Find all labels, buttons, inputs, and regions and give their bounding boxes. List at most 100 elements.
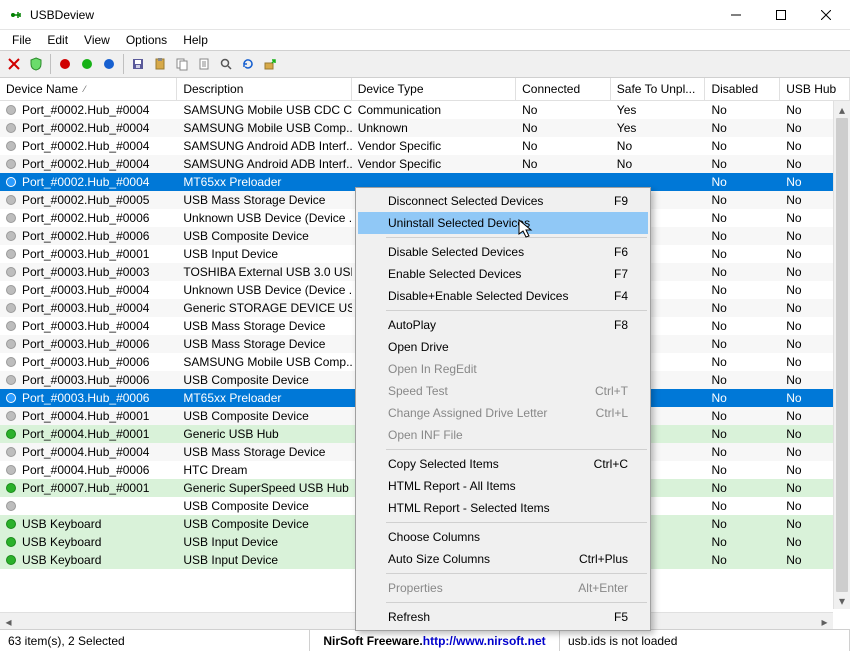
menu-item-label: Disable+Enable Selected Devices bbox=[388, 289, 568, 303]
titlebar: USBDeview bbox=[0, 0, 850, 30]
cell: Port_#0004.Hub_#0004 bbox=[0, 445, 177, 459]
cell: No bbox=[705, 355, 780, 369]
col-connected[interactable]: Connected bbox=[516, 78, 611, 100]
maximize-button[interactable] bbox=[758, 0, 803, 29]
scroll-down-icon[interactable]: ▾ bbox=[834, 592, 850, 609]
shield-icon[interactable] bbox=[26, 54, 46, 74]
menu-item[interactable]: AutoPlayF8 bbox=[358, 314, 648, 336]
menu-options[interactable]: Options bbox=[118, 31, 175, 49]
cell: SAMSUNG Android ADB Interf... bbox=[177, 139, 351, 153]
menu-item: PropertiesAlt+Enter bbox=[358, 577, 648, 599]
toolbar bbox=[0, 50, 850, 78]
cell: TOSHIBA External USB 3.0 USB... bbox=[177, 265, 351, 279]
brand-link[interactable]: http://www.nirsoft.net bbox=[423, 634, 546, 648]
brand-text: NirSoft Freeware. bbox=[323, 634, 422, 648]
scroll-right-icon[interactable]: ▸ bbox=[816, 613, 833, 630]
status-dot-icon bbox=[6, 159, 16, 169]
menu-item[interactable]: Uninstall Selected Devices bbox=[358, 212, 648, 234]
col-safe[interactable]: Safe To Unpl... bbox=[611, 78, 706, 100]
close-red-icon[interactable] bbox=[4, 54, 24, 74]
table-row[interactable]: Port_#0002.Hub_#0004SAMSUNG Android ADB … bbox=[0, 137, 850, 155]
menu-item[interactable]: RefreshF5 bbox=[358, 606, 648, 628]
menu-item-label: HTML Report - All Items bbox=[388, 479, 516, 493]
cell: No bbox=[705, 427, 780, 441]
close-button[interactable] bbox=[803, 0, 848, 29]
menu-item: Speed TestCtrl+T bbox=[358, 380, 648, 402]
cell: USB Input Device bbox=[177, 553, 351, 567]
menu-item[interactable]: Open Drive bbox=[358, 336, 648, 358]
status-dot-icon bbox=[6, 303, 16, 313]
doc-icon[interactable] bbox=[194, 54, 214, 74]
menu-separator bbox=[386, 449, 647, 450]
menu-item[interactable]: Choose Columns bbox=[358, 526, 648, 548]
save-icon[interactable] bbox=[128, 54, 148, 74]
menu-item[interactable]: Copy Selected ItemsCtrl+C bbox=[358, 453, 648, 475]
sort-asc-icon: ⁄ bbox=[84, 84, 86, 94]
col-device-name[interactable]: Device Name⁄ bbox=[0, 78, 177, 100]
status-dot-icon bbox=[6, 249, 16, 259]
menu-item-label: Speed Test bbox=[388, 384, 448, 398]
cell: Communication bbox=[352, 103, 516, 117]
scroll-left-icon[interactable]: ◂ bbox=[0, 613, 17, 630]
table-row[interactable]: Port_#0002.Hub_#0004SAMSUNG Mobile USB C… bbox=[0, 101, 850, 119]
menu-file[interactable]: File bbox=[4, 31, 39, 49]
vertical-scrollbar[interactable]: ▴ ▾ bbox=[833, 101, 850, 609]
status-dot-icon bbox=[6, 321, 16, 331]
menu-item-label: Uninstall Selected Devices bbox=[388, 216, 530, 230]
status-dot-icon bbox=[6, 267, 16, 277]
dot-blue-icon[interactable] bbox=[99, 54, 119, 74]
window-buttons bbox=[713, 0, 848, 29]
menu-item[interactable]: HTML Report - All Items bbox=[358, 475, 648, 497]
cell: Generic SuperSpeed USB Hub bbox=[177, 481, 351, 495]
cell: No bbox=[705, 175, 780, 189]
export-icon[interactable] bbox=[260, 54, 280, 74]
menubar: File Edit View Options Help bbox=[0, 30, 850, 50]
menu-item-label: Change Assigned Drive Letter bbox=[388, 406, 547, 420]
find-icon[interactable] bbox=[216, 54, 236, 74]
doc-copy-icon[interactable] bbox=[172, 54, 192, 74]
minimize-icon bbox=[731, 10, 741, 20]
cell: No bbox=[516, 157, 611, 171]
col-device-type[interactable]: Device Type bbox=[352, 78, 516, 100]
menu-item[interactable]: Disable+Enable Selected DevicesF4 bbox=[358, 285, 648, 307]
status-dot-icon bbox=[6, 213, 16, 223]
cell: HTC Dream bbox=[177, 463, 351, 477]
col-usb-hub[interactable]: USB Hub bbox=[780, 78, 850, 100]
menu-item[interactable]: Disconnect Selected DevicesF9 bbox=[358, 190, 648, 212]
status-dot-icon bbox=[6, 555, 16, 565]
scroll-track[interactable] bbox=[834, 118, 850, 592]
status-dot-icon bbox=[6, 537, 16, 547]
table-row[interactable]: Port_#0002.Hub_#0004SAMSUNG Mobile USB C… bbox=[0, 119, 850, 137]
cell: MT65xx Preloader bbox=[177, 391, 351, 405]
col-disabled[interactable]: Disabled bbox=[705, 78, 780, 100]
grid-header: Device Name⁄ Description Device Type Con… bbox=[0, 78, 850, 101]
cell: No bbox=[705, 409, 780, 423]
cell: SAMSUNG Mobile USB Comp... bbox=[177, 355, 351, 369]
cell: MT65xx Preloader bbox=[177, 175, 351, 189]
cell: No bbox=[705, 463, 780, 477]
app-icon bbox=[8, 7, 24, 23]
menu-item[interactable]: Disable Selected DevicesF6 bbox=[358, 241, 648, 263]
dot-green-icon[interactable] bbox=[77, 54, 97, 74]
col-description[interactable]: Description bbox=[177, 78, 351, 100]
menu-separator bbox=[386, 573, 647, 574]
menu-edit[interactable]: Edit bbox=[39, 31, 76, 49]
table-row[interactable]: Port_#0002.Hub_#0004SAMSUNG Android ADB … bbox=[0, 155, 850, 173]
cell: Vendor Specific bbox=[352, 157, 516, 171]
menu-item[interactable]: Auto Size ColumnsCtrl+Plus bbox=[358, 548, 648, 570]
scroll-up-icon[interactable]: ▴ bbox=[834, 101, 850, 118]
minimize-button[interactable] bbox=[713, 0, 758, 29]
cell: USB Composite Device bbox=[177, 409, 351, 423]
menu-item[interactable]: Enable Selected DevicesF7 bbox=[358, 263, 648, 285]
context-menu[interactable]: Disconnect Selected DevicesF9 Uninstall S… bbox=[355, 187, 651, 631]
refresh-icon[interactable] bbox=[238, 54, 258, 74]
scroll-thumb[interactable] bbox=[836, 118, 848, 592]
cell: Port_#0003.Hub_#0004 bbox=[0, 283, 177, 297]
window-title: USBDeview bbox=[30, 8, 713, 22]
status-right: usb.ids is not loaded bbox=[560, 630, 850, 651]
dot-red-icon[interactable] bbox=[55, 54, 75, 74]
menu-item[interactable]: HTML Report - Selected Items bbox=[358, 497, 648, 519]
menu-help[interactable]: Help bbox=[175, 31, 216, 49]
menu-view[interactable]: View bbox=[76, 31, 118, 49]
clipboard-icon[interactable] bbox=[150, 54, 170, 74]
